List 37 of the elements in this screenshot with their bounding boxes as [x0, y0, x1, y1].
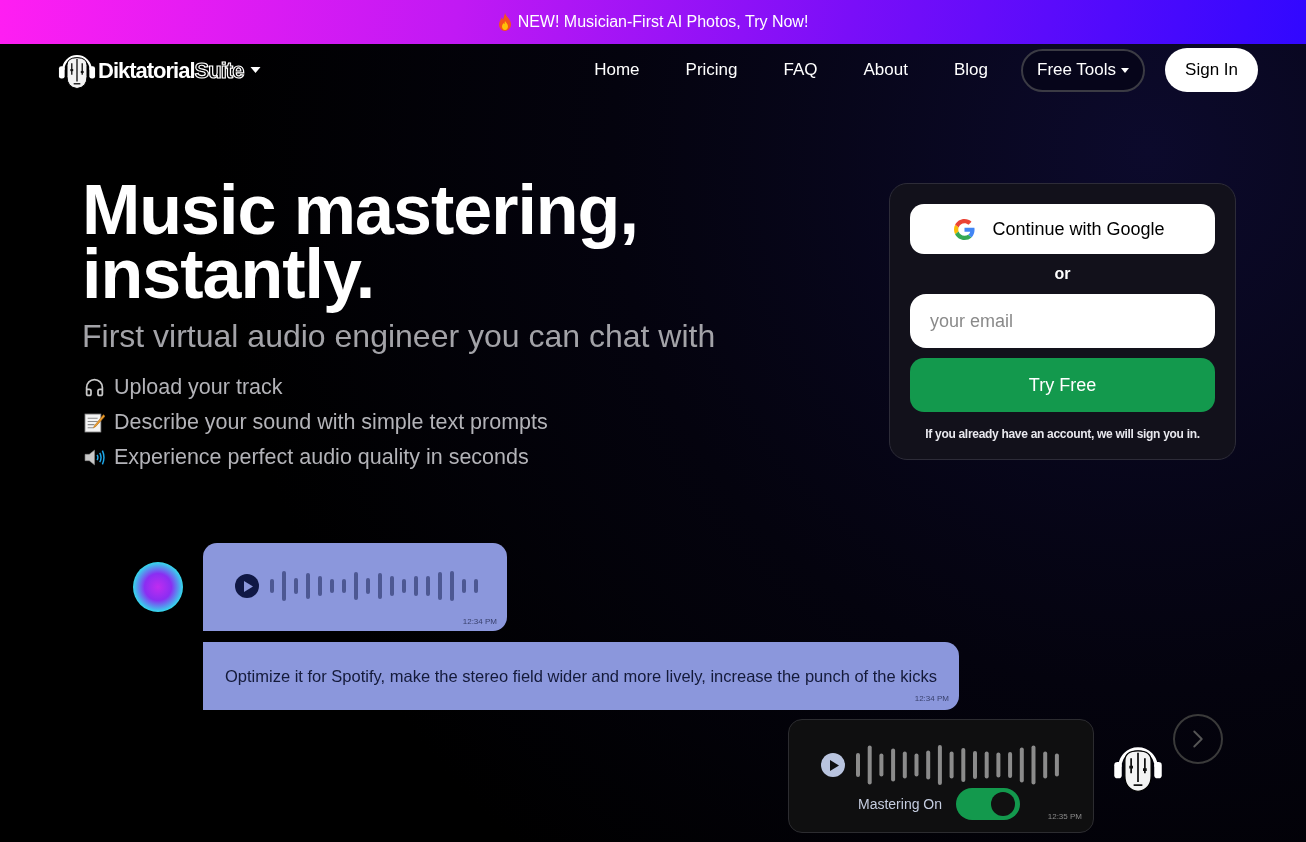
nav-link[interactable]: Blog [953, 59, 988, 81]
nav-link[interactable]: About [863, 59, 908, 81]
message-text: Optimize it for Spotify, make the stereo field wider and more lively, increase the punch of the kicks [225, 666, 937, 686]
nav-link[interactable]: Pricing [685, 59, 738, 81]
message-time: 12:34 PM [914, 694, 949, 704]
announcement-link[interactable]: NEW! Musician-First AI Photos, Try Now! [517, 10, 809, 34]
hero-subtitle: First virtual audio engineer you can chat with [82, 318, 717, 354]
google-sign-in-button[interactable]: Continue with Google [910, 204, 1215, 254]
play-button[interactable] [235, 574, 259, 598]
nav-dropdown-button[interactable]: Free Tools [1021, 48, 1146, 92]
caret-down-icon [1121, 67, 1130, 73]
hero-title: Music mastering, instantly. [82, 170, 639, 315]
play-icon [829, 759, 839, 771]
speaker-sound-icon [84, 447, 105, 468]
sign-in-button[interactable]: Sign In [1165, 48, 1258, 92]
memo-pencil-icon [84, 412, 105, 433]
play-icon [243, 580, 253, 592]
headphones-icon [84, 377, 105, 398]
nav-link[interactable]: Home [594, 59, 640, 81]
fire-icon [497, 13, 512, 31]
play-button[interactable] [821, 753, 845, 777]
divider-text: or [1054, 264, 1071, 284]
signup-note: If you already have an account, we will sign you in. [925, 426, 1200, 443]
try-free-button[interactable]: Try Free [910, 358, 1215, 412]
message-time: 12:35 PM [1047, 812, 1082, 822]
brand-logo-link[interactable]: DiktatorialSuite [58, 51, 262, 89]
toggle-switch[interactable] [956, 788, 1021, 820]
caret-down-icon [250, 67, 262, 73]
feature-text: Experience perfect audio quality in seconds [114, 444, 529, 472]
feature-text: Describe your sound with simple text prompts [114, 409, 548, 437]
feature-text: Upload your track [114, 374, 283, 402]
email-input[interactable]: your email [910, 294, 1215, 348]
toggle-label: Mastering On [858, 794, 943, 814]
message-time: 12:34 PM [462, 617, 497, 627]
brand-name: DiktatorialSuite [98, 56, 244, 85]
nav-link[interactable]: FAQ [783, 59, 818, 81]
google-g-icon [954, 218, 976, 240]
